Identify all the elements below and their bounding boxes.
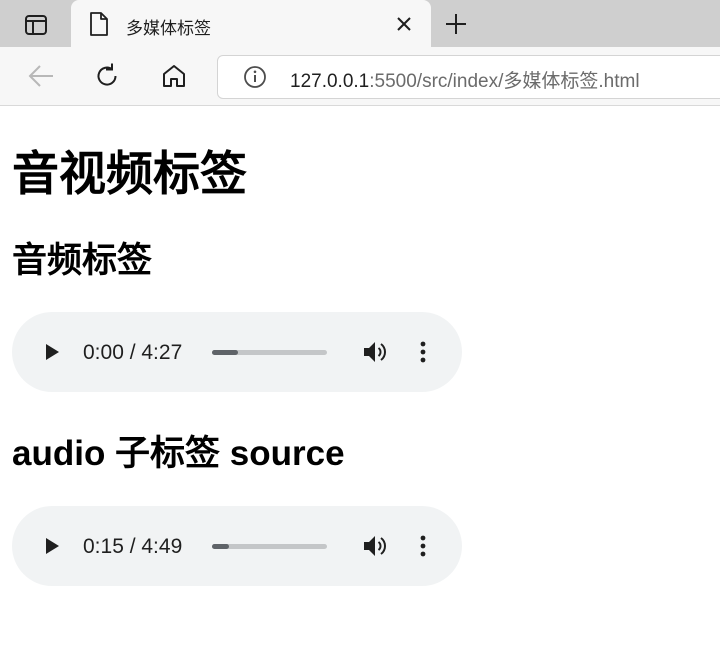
play-icon[interactable]: [42, 536, 62, 556]
progress-fill: [212, 350, 239, 355]
home-icon[interactable]: [158, 60, 190, 92]
audio-player[interactable]: 0:15 / 4:49: [12, 506, 462, 586]
document-icon: [89, 12, 109, 36]
section-title-audio-source: audio 子标签 source: [12, 434, 345, 473]
progress-slider[interactable]: [212, 350, 327, 355]
tab-title: 多媒体标签: [126, 19, 211, 38]
volume-icon[interactable]: [362, 340, 388, 364]
browser-toolbar: 127.0.0.1:5500/src/index/多媒体标签.html: [0, 47, 720, 106]
time-display: 0:00 / 4:27: [83, 341, 183, 364]
close-icon[interactable]: [393, 13, 415, 35]
reload-icon[interactable]: [91, 60, 123, 92]
audio-player[interactable]: 0:00 / 4:27: [12, 312, 462, 392]
time-display: 0:15 / 4:49: [83, 535, 183, 558]
more-vert-icon[interactable]: [416, 534, 430, 558]
section-title-audio: 音频标签: [12, 241, 153, 280]
url-host: 127.0.0.1: [290, 71, 370, 92]
browser-tab[interactable]: 多媒体标签: [71, 0, 431, 47]
arrow-left-icon[interactable]: [25, 60, 57, 92]
page-content: 音视频标签 音频标签 0:00 / 4:27 audio 子标签 source …: [0, 106, 720, 656]
play-icon[interactable]: [42, 342, 62, 362]
tab-strip: 多媒体标签: [0, 0, 720, 47]
progress-slider[interactable]: [212, 544, 327, 549]
info-icon[interactable]: [243, 65, 267, 89]
volume-icon[interactable]: [362, 534, 388, 558]
plus-icon[interactable]: [443, 11, 469, 37]
tab-actions-icon[interactable]: [18, 12, 54, 38]
url-text[interactable]: 127.0.0.1:5500/src/index/多媒体标签.html: [290, 66, 640, 93]
progress-fill: [212, 544, 230, 549]
more-vert-icon[interactable]: [416, 340, 430, 364]
url-path: :5500/src/index/多媒体标签.html: [369, 71, 640, 92]
page-title: 音视频标签: [12, 147, 247, 200]
address-bar[interactable]: 127.0.0.1:5500/src/index/多媒体标签.html: [217, 55, 720, 99]
